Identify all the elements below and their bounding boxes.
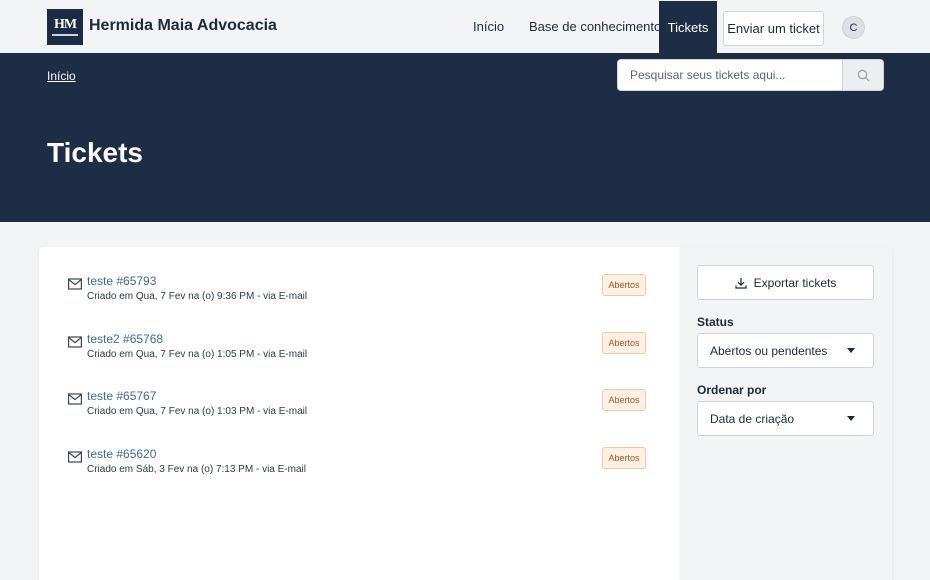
nav-inicio[interactable]: Início [473, 19, 504, 34]
search-icon [857, 69, 870, 81]
status-badge: Abertos [602, 274, 646, 296]
status-badge: Abertos [602, 447, 646, 469]
logo-underline [52, 34, 78, 36]
hero-banner: Início Tickets [0, 53, 930, 222]
download-icon [735, 277, 747, 289]
top-nav: HM Hermida Maia Advocacia Início Base de… [0, 0, 930, 53]
ticket-title-link[interactable]: teste #65767 [87, 389, 156, 403]
ticket-meta: Criado em Sáb, 3 Fev na (o) 7:13 PM - vi… [87, 464, 306, 475]
chevron-down-icon [847, 348, 855, 353]
sort-select[interactable]: Data de criação [697, 401, 874, 436]
sort-select-value: Data de criação [710, 411, 795, 426]
submit-ticket-button[interactable]: Enviar um ticket [723, 11, 824, 46]
status-label: Status [697, 315, 734, 329]
search-bar [617, 59, 884, 91]
ticket-title-link[interactable]: teste #65620 [87, 447, 156, 461]
envelope-icon [68, 451, 82, 463]
ticket-meta: Criado em Qua, 7 Fev na (o) 1:05 PM - vi… [87, 349, 308, 360]
status-badge: Abertos [602, 389, 646, 411]
sort-label: Ordenar por [697, 383, 767, 397]
nav-tickets-active[interactable]: Tickets [659, 1, 717, 53]
user-avatar[interactable]: C [842, 16, 865, 39]
tickets-card: teste #65793 Criado em Qua, 7 Fev na (o)… [39, 247, 892, 580]
envelope-icon [68, 278, 82, 290]
ticket-meta: Criado em Qua, 7 Fev na (o) 1:03 PM - vi… [87, 406, 308, 417]
page-title: Tickets [47, 137, 143, 168]
search-button[interactable] [842, 60, 883, 90]
export-tickets-label: Exportar tickets [753, 275, 837, 290]
ticket-row: teste #65767 Criado em Qua, 7 Fev na (o)… [39, 389, 679, 439]
export-tickets-button[interactable]: Exportar tickets [697, 265, 874, 300]
status-select-value: Abertos ou pendentes [710, 343, 828, 358]
chevron-down-icon [847, 416, 855, 421]
ticket-title-link[interactable]: teste2 #65768 [87, 332, 163, 346]
envelope-icon [68, 393, 82, 405]
brand-name[interactable]: Hermida Maia Advocacia [89, 17, 277, 35]
status-badge: Abertos [602, 332, 646, 354]
ticket-row: teste #65620 Criado em Sáb, 3 Fev na (o)… [39, 447, 679, 497]
envelope-icon [68, 336, 82, 348]
logo-mark: HM [53, 17, 77, 32]
ticket-row: teste #65793 Criado em Qua, 7 Fev na (o)… [39, 274, 679, 324]
search-input[interactable] [618, 60, 842, 90]
logo[interactable]: HM [47, 9, 83, 45]
nav-knowledge-base[interactable]: Base de conhecimento [529, 19, 661, 34]
ticket-title-link[interactable]: teste #65793 [87, 274, 156, 288]
filter-sidebar: Exportar tickets Status Abertos ou pende… [679, 247, 892, 580]
ticket-row: teste2 #65768 Criado em Qua, 7 Fev na (o… [39, 332, 679, 382]
status-select[interactable]: Abertos ou pendentes [697, 333, 874, 368]
breadcrumb-inicio[interactable]: Início [47, 69, 76, 83]
ticket-meta: Criado em Qua, 7 Fev na (o) 9:36 PM - vi… [87, 291, 308, 302]
